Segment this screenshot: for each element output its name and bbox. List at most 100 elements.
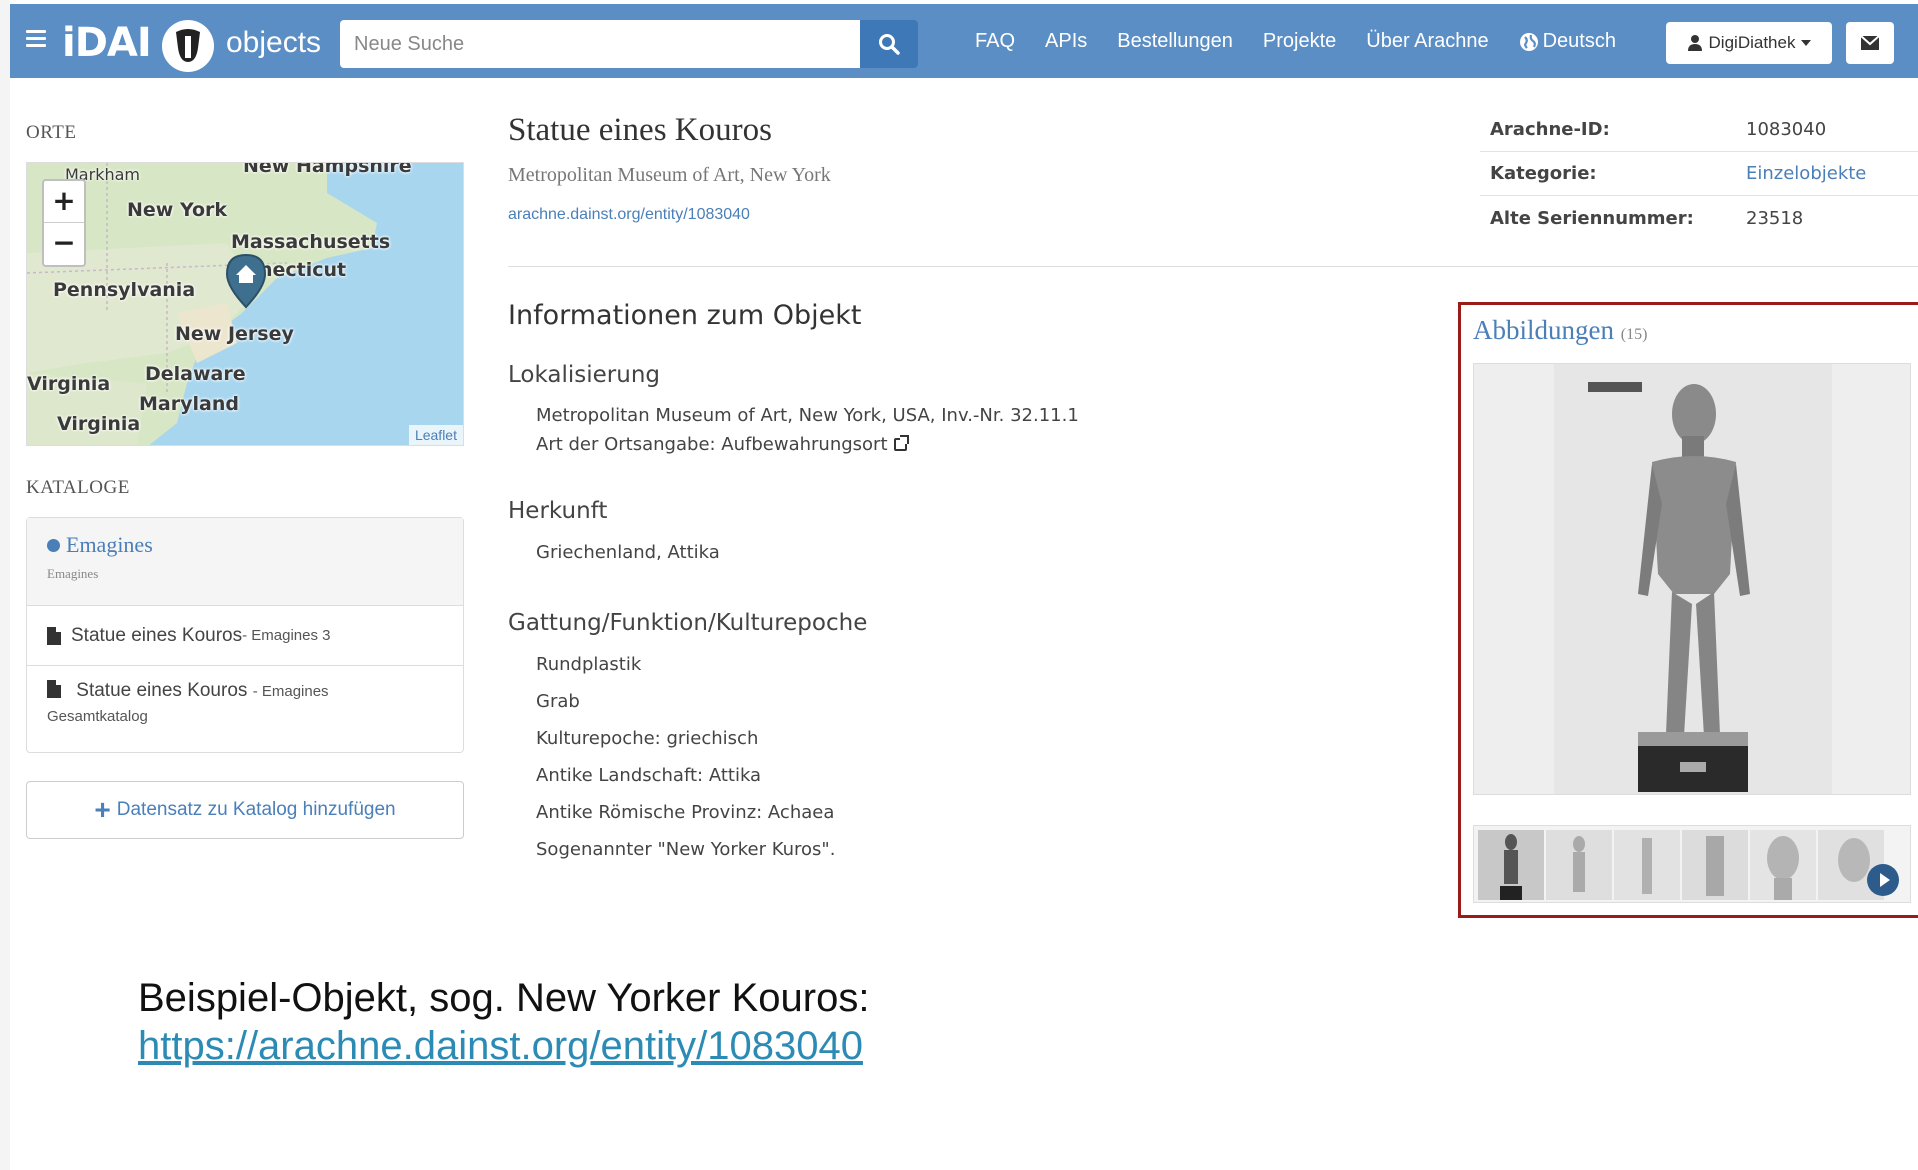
map-attribution[interactable]: Leaflet xyxy=(408,425,463,445)
meta-key: Arachne-ID: xyxy=(1490,119,1610,140)
search-button[interactable] xyxy=(860,20,918,68)
catalog-entry-title: Statue eines Kouros xyxy=(71,624,243,646)
page-subtitle: Metropolitan Museum of Art, New York xyxy=(508,164,831,186)
caret-down-icon xyxy=(1801,40,1812,46)
document-icon xyxy=(47,680,61,698)
thumbnail[interactable] xyxy=(1750,830,1816,900)
map[interactable]: Markham New Hampshire New York Massachus… xyxy=(26,162,464,446)
nav-orders[interactable]: Bestellungen xyxy=(1117,30,1233,53)
catalog-entry-extra: Gesamtkatalog xyxy=(47,708,148,725)
meta-row: Kategorie: Einzelobjekte xyxy=(1480,152,1918,196)
meta-key: Alte Seriennummer: xyxy=(1490,207,1694,229)
add-to-catalog-button[interactable]: + Datensatz zu Katalog hinzufügen xyxy=(26,781,464,839)
thumbnail[interactable] xyxy=(1546,830,1612,900)
images-panel: Abbildungen (15) xyxy=(1458,302,1918,918)
meta-row: Arachne-ID: 1083040 xyxy=(1480,108,1918,152)
plus-icon: + xyxy=(94,794,111,825)
genre-heading: Gattung/Funktion/Kulturepoche xyxy=(508,610,868,636)
owl-logo-icon[interactable] xyxy=(162,20,214,72)
genre-value: Antike Römische Provinz: Achaea xyxy=(536,802,835,823)
globe-icon xyxy=(47,538,60,552)
divider xyxy=(508,266,1918,267)
meta-value: 23518 xyxy=(1746,207,1804,229)
page-title: Statue eines Kouros xyxy=(508,112,772,148)
localisation-value: Metropolitan Museum of Art, New York, US… xyxy=(536,405,1079,426)
map-label-massachusetts: Massachusetts xyxy=(231,231,391,253)
genre-value: Kulturepoche: griechisch xyxy=(536,728,759,749)
catalogs-label: KATALOGE xyxy=(26,477,130,498)
nav-projects[interactable]: Projekte xyxy=(1263,30,1336,53)
mail-button[interactable] xyxy=(1846,22,1894,64)
map-zoom-control: + − xyxy=(42,179,86,267)
info-heading: Informationen zum Objekt xyxy=(508,300,862,331)
meta-value-link[interactable]: Einzelobjekte xyxy=(1746,163,1866,184)
permalink[interactable]: arachne.dainst.org/entity/1083040 xyxy=(508,206,750,224)
catalog-entry-suffix: - Emagines xyxy=(252,683,329,700)
origin-heading: Herkunft xyxy=(508,498,608,524)
map-label-maryland: Maryland xyxy=(139,393,239,415)
genre-value: Grab xyxy=(536,691,580,712)
nav-faq[interactable]: FAQ xyxy=(975,30,1015,53)
map-label-new-york: New York xyxy=(127,199,228,221)
meta-value: 1083040 xyxy=(1746,119,1827,140)
map-label-connecticut: necticut xyxy=(259,259,347,281)
catalog-panel: Emagines Emagines Statue eines Kouros - … xyxy=(26,517,464,753)
kouros-statue-image xyxy=(1554,364,1832,794)
external-link-icon[interactable] xyxy=(893,435,909,451)
images-heading[interactable]: Abbildungen (15) xyxy=(1473,315,1647,346)
search-bar xyxy=(340,20,920,68)
catalog-entry-title: Statue eines Kouros xyxy=(76,680,248,701)
user-menu-button[interactable]: DigiDiathek xyxy=(1666,22,1832,64)
meta-row: Alte Seriennummer: 23518 xyxy=(1480,196,1918,240)
catalog-header[interactable]: Emagines Emagines xyxy=(27,518,463,606)
navbar: iDAI objects FAQ APIs Bestellungen Proje… xyxy=(10,4,1918,78)
next-arrow-icon[interactable] xyxy=(1867,864,1899,896)
map-marker-icon[interactable] xyxy=(223,253,269,309)
localisation-type[interactable]: Art der Ortsangabe: Aufbewahrungsort xyxy=(536,434,909,455)
map-label-virginia-west: Virginia xyxy=(27,373,111,395)
map-label-new-hampshire: New Hampshire xyxy=(243,162,412,177)
images-count: (15) xyxy=(1620,326,1648,343)
catalog-entry-suffix: - Emagines 3 xyxy=(242,627,331,644)
language-selector[interactable]: Deutsch xyxy=(1519,30,1616,53)
nav-apis[interactable]: APIs xyxy=(1045,30,1087,53)
localisation-type-label: Art der Ortsangabe: Aufbewahrungsort xyxy=(536,434,888,455)
menu-icon[interactable] xyxy=(26,30,46,48)
zoom-out-button[interactable]: − xyxy=(44,223,84,265)
add-to-catalog-label: Datensatz zu Katalog hinzufügen xyxy=(116,799,396,820)
catalog-entry[interactable]: Statue eines Kouros - Emagines 3 xyxy=(27,606,463,666)
map-label-new-jersey: New Jersey xyxy=(175,323,294,345)
catalog-entry[interactable]: Statue eines Kouros - Emagines Gesamtkat… xyxy=(27,666,463,752)
images-title: Abbildungen xyxy=(1473,315,1614,345)
brand-logo[interactable]: iDAI xyxy=(62,20,152,66)
meta-table: Arachne-ID: 1083040 Kategorie: Einzelobj… xyxy=(1480,108,1918,240)
kouros-photo[interactable] xyxy=(1554,364,1832,794)
globe-icon xyxy=(1519,32,1538,51)
localisation-heading: Lokalisierung xyxy=(508,362,661,388)
page: iDAI objects FAQ APIs Bestellungen Proje… xyxy=(10,0,1918,1170)
map-label-pennsylvania: Pennsylvania xyxy=(53,279,196,301)
origin-value: Griechenland, Attika xyxy=(536,542,720,563)
search-icon xyxy=(879,34,900,55)
main-image[interactable] xyxy=(1473,363,1911,795)
map-label-delaware: Delaware xyxy=(145,363,246,385)
zoom-in-button[interactable]: + xyxy=(44,181,84,223)
document-icon xyxy=(47,626,61,645)
meta-key: Kategorie: xyxy=(1490,163,1597,184)
envelope-icon xyxy=(1860,35,1880,50)
thumbnail[interactable] xyxy=(1682,830,1748,900)
search-input[interactable] xyxy=(340,20,860,68)
catalog-name[interactable]: Emagines xyxy=(66,532,153,558)
catalog-sub: Emagines xyxy=(47,566,99,581)
caption-link[interactable]: https://arachne.dainst.org/entity/108304… xyxy=(138,1024,863,1069)
thumbnail-strip xyxy=(1473,825,1911,903)
nav-about[interactable]: Über Arachne xyxy=(1366,30,1488,53)
nav-links: FAQ APIs Bestellungen Projekte Über Arac… xyxy=(975,30,1616,53)
thumbnail[interactable] xyxy=(1614,830,1680,900)
brand-sub[interactable]: objects xyxy=(226,26,321,60)
genre-value: Sogenannter "New Yorker Kuros". xyxy=(536,839,836,860)
genre-value: Antike Landschaft: Attika xyxy=(536,765,762,786)
map-label-virginia: Virginia xyxy=(57,413,141,435)
thumbnail[interactable] xyxy=(1478,830,1544,900)
genre-value: Rundplastik xyxy=(536,654,642,675)
